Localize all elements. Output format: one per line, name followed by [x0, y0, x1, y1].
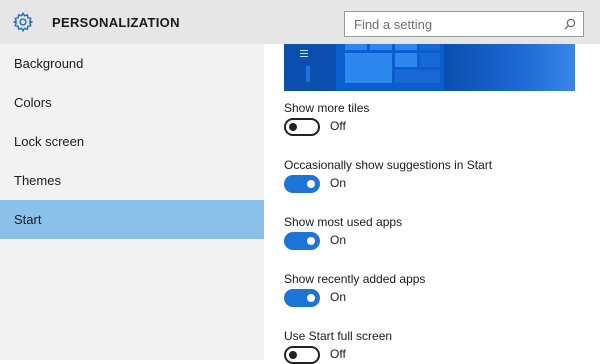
most-used-apps-toggle[interactable] — [284, 232, 320, 250]
setting-label: Show recently added apps — [284, 272, 426, 286]
search-box[interactable] — [344, 11, 584, 37]
sidebar-item-lock-screen[interactable]: Lock screen — [0, 122, 264, 161]
show-more-tiles-toggle[interactable] — [284, 118, 320, 136]
toggle-state: Off — [330, 119, 346, 133]
search-icon[interactable] — [564, 18, 576, 30]
setting-suggestions: Occasionally show suggestions in Start O… — [284, 158, 584, 193]
setting-recently-added-apps: Show recently added apps On — [284, 272, 584, 307]
setting-label: Use Start full screen — [284, 329, 393, 343]
setting-show-more-tiles: Show more tiles Off — [284, 101, 584, 136]
sidebar: Background Colors Lock screen Themes Sta… — [0, 44, 264, 360]
sidebar-item-background[interactable]: Background — [0, 44, 264, 83]
toggle-state: On — [330, 233, 347, 247]
setting-label: Show most used apps — [284, 215, 403, 229]
settings-pane: Show more tiles Off Occasionally show su… — [264, 44, 600, 364]
toggle-state: Off — [330, 347, 346, 361]
gear-icon — [12, 11, 34, 33]
title-bar: PERSONALIZATION — [0, 0, 600, 44]
recently-added-apps-toggle[interactable] — [284, 289, 320, 307]
search-input[interactable] — [345, 12, 555, 36]
start-preview-image — [284, 44, 575, 91]
sidebar-item-colors[interactable]: Colors — [0, 83, 264, 122]
toggle-state: On — [330, 290, 347, 304]
setting-full-screen: Use Start full screen Off — [284, 329, 584, 364]
suggestions-toggle[interactable] — [284, 175, 320, 193]
full-screen-toggle[interactable] — [284, 346, 320, 364]
toggle-state: On — [330, 176, 347, 190]
sidebar-item-themes[interactable]: Themes — [0, 161, 264, 200]
page-title: PERSONALIZATION — [52, 15, 180, 30]
setting-label: Show more tiles — [284, 101, 370, 115]
setting-label: Occasionally show suggestions in Start — [284, 158, 493, 172]
setting-most-used-apps: Show most used apps On — [284, 215, 584, 250]
hamburger-icon — [300, 50, 308, 59]
sidebar-item-start[interactable]: Start — [0, 200, 264, 239]
